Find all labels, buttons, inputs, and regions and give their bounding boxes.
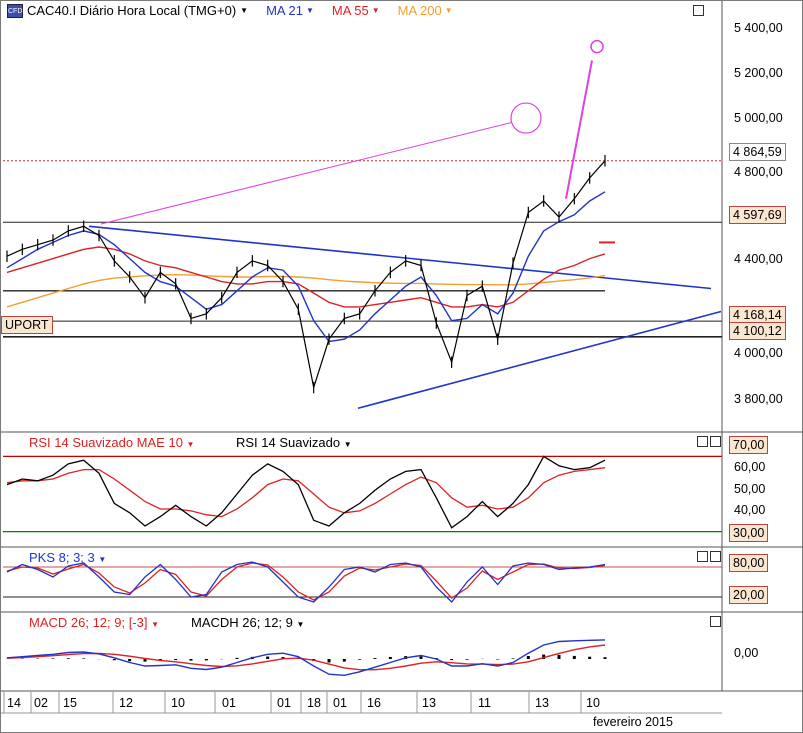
rsi-line [6,455,606,529]
x-tick-4: 10 [171,696,185,710]
rsi-tick-60: 60,00 [734,460,766,474]
x-tick-10: 13 [422,696,436,710]
rsi-mae-label: RSI 14 Suavizado MAE 10 [29,435,183,450]
descending-trendline [88,225,712,290]
panel-close-icon[interactable] [710,436,721,447]
rsi-legend-main[interactable]: RSI 14 Suavizado ▼ [236,435,352,450]
x-tick-13: 10 [586,696,600,710]
price-tick-4800: 4 800,00 [734,165,783,179]
maximize-icon[interactable] [693,5,704,16]
panel-close-icon[interactable] [710,551,721,562]
price-tick-4400: 4 400,00 [734,252,783,266]
chevron-down-icon[interactable]: ▼ [306,6,314,15]
rsi-tick-40: 40,00 [734,503,766,517]
rsi-legend-mae[interactable]: RSI 14 Suavizado MAE 10 ▼ [29,435,194,450]
rsi-tick-30: 30,00 [729,524,769,542]
legend-ma200-label: MA 200 [397,3,442,18]
chart-header: CFD CAC40.I Diário Hora Local (TMG+0) ▼ … [7,3,453,18]
cfd-logo-icon: CFD [7,3,23,18]
macd-label: MACD 26; 12; 9; [-3] [29,615,148,630]
breakout-projection-line [565,60,593,199]
chart-window: CFD CAC40.I Diário Hora Local (TMG+0) ▼ … [0,0,803,733]
x-tick-5: 01 [222,696,236,710]
stoch-legend[interactable]: PKS 8; 3; 3 ▼ [29,550,106,565]
rsi-tick-50: 50,00 [734,482,766,496]
ascending-trendline [357,310,722,410]
series-line-ma-21 [6,191,606,343]
legend-ma200[interactable]: MA 200 ▼ [398,3,453,18]
stoch-d-line [6,562,606,601]
instrument-title: CAC40.I Diário Hora Local (TMG+0) [27,3,237,18]
support-label: UPORT [1,316,53,334]
macdh-label: MACDH 26; 12; 9 [191,615,293,630]
rsi-main-label: RSI 14 Suavizado [236,435,341,450]
legend-ma21-label: MA 21 [266,3,303,18]
price-tick-5400: 5 400,00 [734,21,783,35]
macd-signal-line [6,644,606,671]
rsi-tick-70: 70,00 [729,436,769,454]
panel-restore-icon[interactable] [697,436,708,447]
breakout-target-circle [590,39,604,54]
macd-tick-0: 0,00 [734,646,759,660]
x-tick-6: 01 [277,696,291,710]
stoch-tick-80: 80,00 [729,554,769,572]
x-tick-12: 13 [535,696,549,710]
panel-close-icon[interactable] [710,616,721,627]
price-tick-3800: 3 800,00 [734,392,783,406]
x-tick-1: 02 [34,696,48,710]
panel-restore-icon[interactable] [697,551,708,562]
instrument-dropdown-icon[interactable]: ▼ [240,6,248,15]
stoch-tick-20: 20,00 [729,586,769,604]
stoch-label: PKS 8; 3; 3 [29,550,95,565]
x-tick-0: 14 [7,696,21,710]
x-tick-8: 01 [333,696,347,710]
projection-target-circle [510,102,542,134]
x-tick-7: 18 [307,696,321,710]
macd-legend[interactable]: MACD 26; 12; 9; [-3] ▼ [29,615,159,630]
chevron-down-icon[interactable]: ▼ [445,6,453,15]
chevron-down-icon[interactable]: ▼ [344,440,352,449]
chevron-down-icon[interactable]: ▼ [372,6,380,15]
support-price-tag-2: 4 100,12 [729,322,786,340]
x-tick-9: 16 [367,696,381,710]
last-price-tag: 4 864,59 [729,143,786,161]
rsi-mae-line [6,467,606,518]
x-tick-11: 11 [478,696,491,710]
price-tick-5200: 5 200,00 [734,66,783,80]
x-month-label: fevereiro 2015 [593,715,673,729]
price-tick-5000: 5 000,00 [734,111,783,125]
chevron-down-icon[interactable]: ▼ [151,620,159,629]
chevron-down-icon[interactable]: ▼ [297,620,305,629]
resistance-price-tag: 4 597,69 [729,206,786,224]
x-tick-2: 15 [63,696,77,710]
macdh-legend[interactable]: MACDH 26; 12; 9 ▼ [191,615,304,630]
x-tick-3: 12 [119,696,133,710]
macd-line [6,639,606,677]
legend-ma55-label: MA 55 [331,3,369,18]
chevron-down-icon[interactable]: ▼ [187,440,195,449]
legend-ma55[interactable]: MA 55 ▼ [332,3,380,18]
legend-ma21[interactable]: MA 21 ▼ [266,3,314,18]
projection-line [100,122,512,225]
chevron-down-icon[interactable]: ▼ [98,555,106,564]
series-line-cac40-i [6,160,606,388]
price-tick-4000: 4 000,00 [734,346,783,360]
